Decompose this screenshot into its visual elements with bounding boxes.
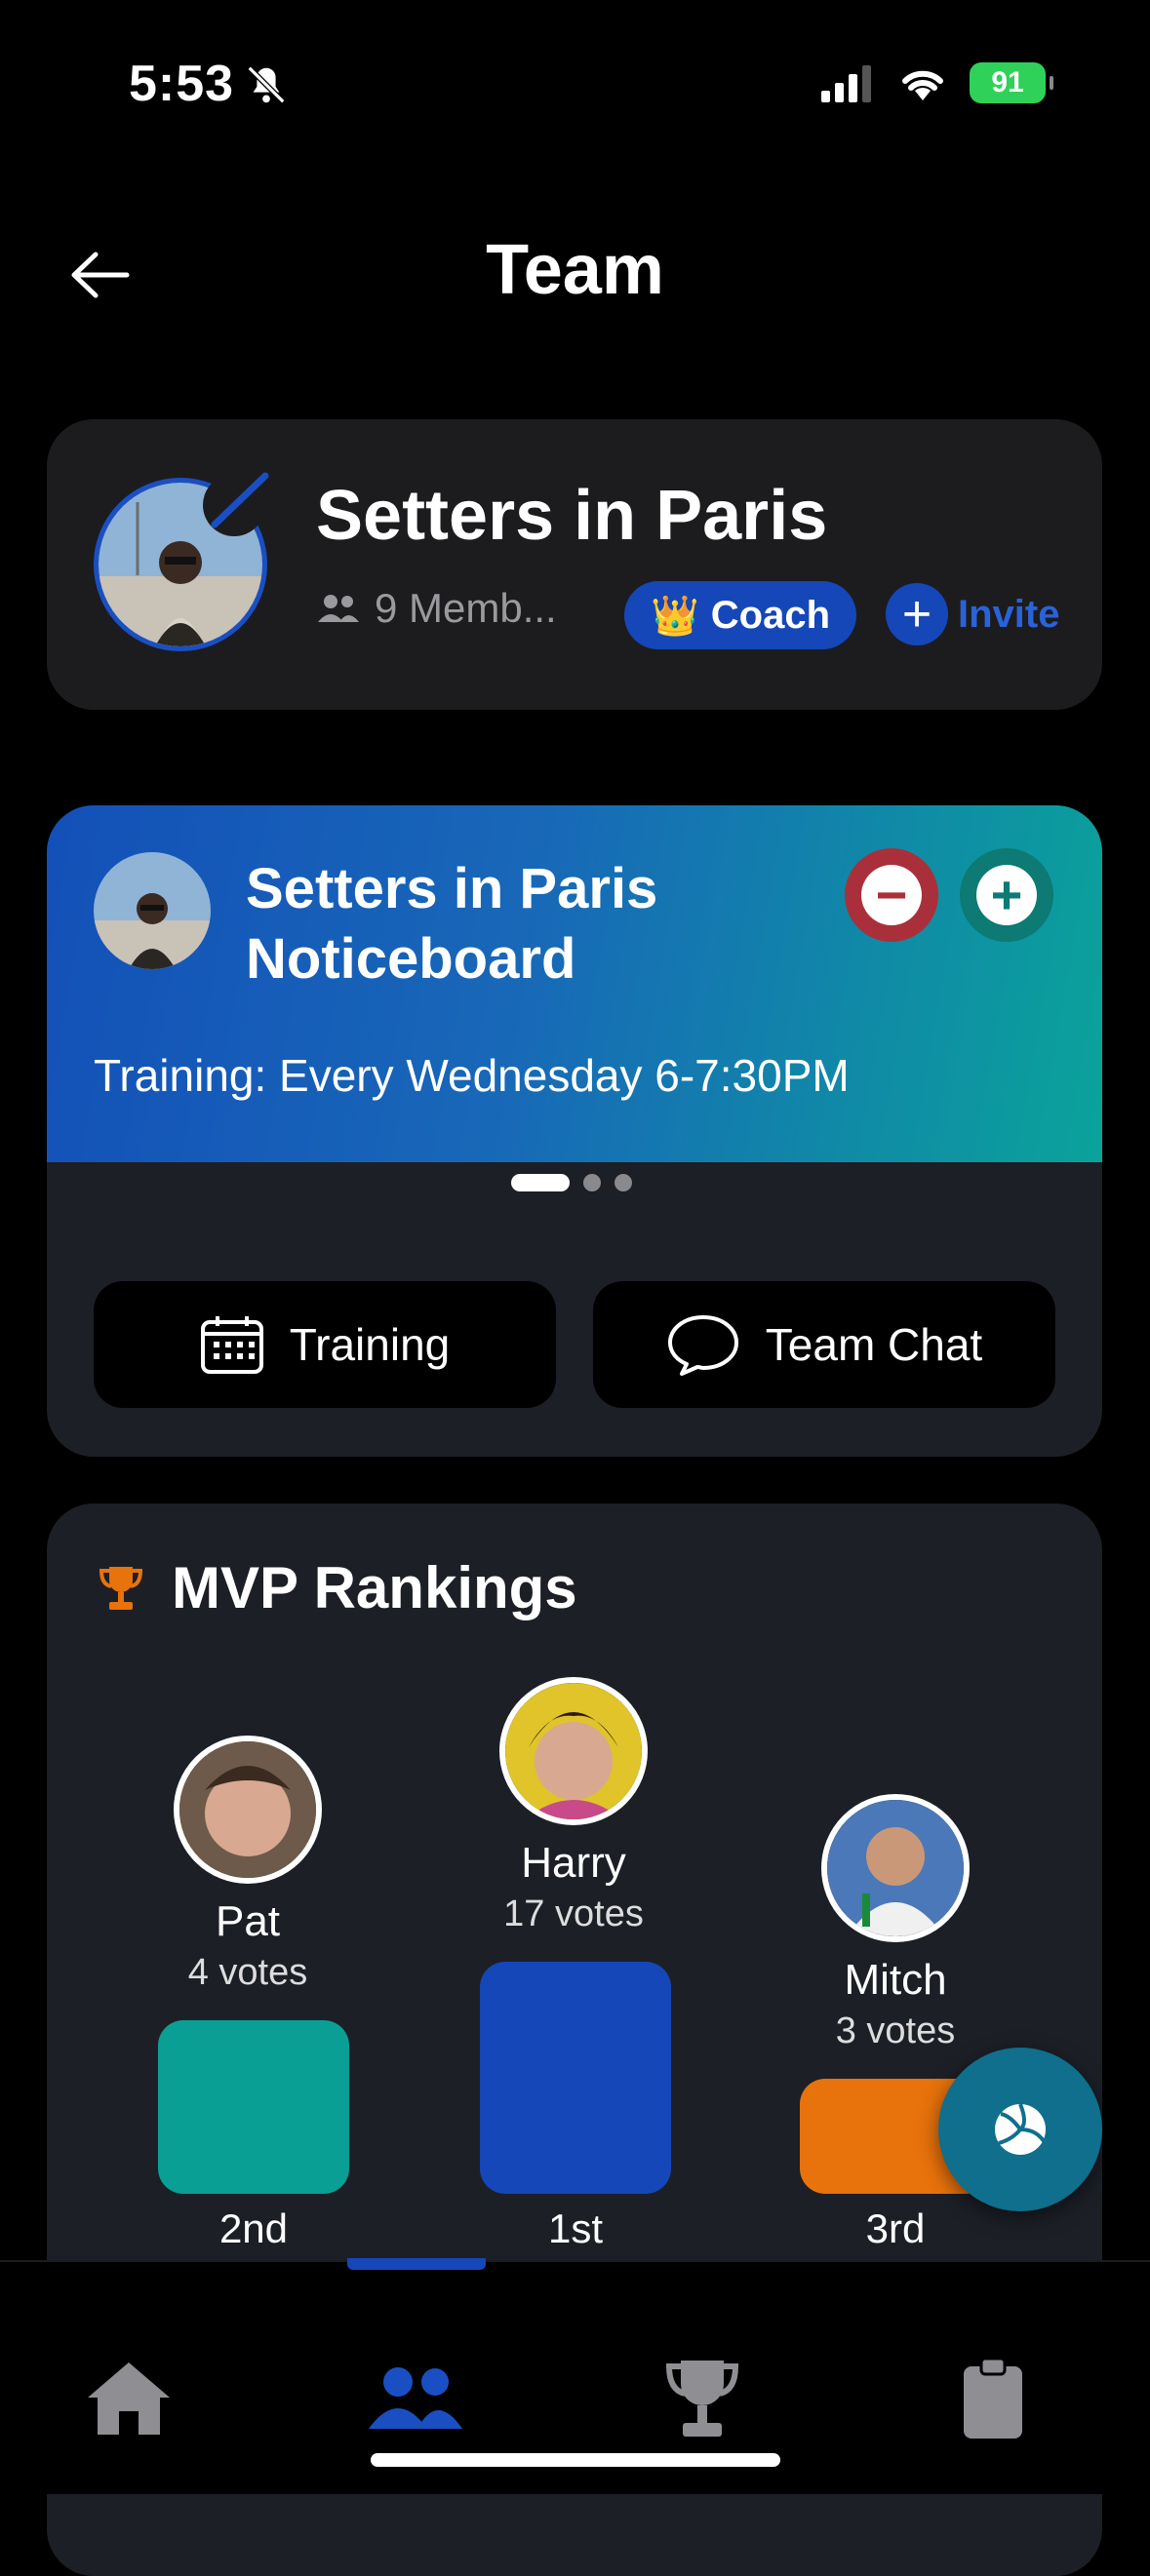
page-dot[interactable] <box>583 1174 601 1191</box>
podium-player-3rd[interactable]: Mitch 3 votes <box>749 1794 1042 2052</box>
crown-icon: 👑 <box>650 594 699 638</box>
people-icon <box>318 595 359 622</box>
noticeboard-title: Setters in Paris Noticeboard <box>246 857 658 991</box>
battery-indicator: 91 <box>970 62 1053 103</box>
trophy-icon <box>99 1566 143 1610</box>
minus-icon: − <box>861 865 922 925</box>
mvp-title: MVP Rankings <box>172 1555 577 1620</box>
tab-clipboard[interactable] <box>934 2340 1051 2457</box>
signal-icon <box>821 65 871 102</box>
podium-bar-2nd <box>158 2020 349 2194</box>
training-button[interactable]: Training <box>94 1281 556 1408</box>
remove-notice-button[interactable]: − <box>845 848 938 942</box>
noticeboard-banner[interactable]: Setters in Paris Noticeboard − + Trainin… <box>47 805 1102 1162</box>
rank-label-3rd: 3rd <box>865 2205 926 2251</box>
tab-home[interactable] <box>70 2340 187 2457</box>
trophy-icon <box>665 2361 739 2437</box>
player-name: Pat <box>215 1897 281 1945</box>
player-votes: 17 votes <box>503 1893 644 1934</box>
podium-bar-1st <box>480 1962 671 2194</box>
page-indicator[interactable] <box>511 1174 632 1191</box>
tab-rankings[interactable] <box>644 2340 761 2457</box>
team-name: Setters in Paris <box>316 477 828 555</box>
podium-player-1st[interactable]: Harry 17 votes <box>427 1677 720 1935</box>
player-name: Harry <box>521 1839 626 1887</box>
volleyball-fab-button[interactable] <box>938 2048 1102 2211</box>
home-icon <box>88 2362 170 2435</box>
add-notice-button[interactable]: + <box>960 848 1053 942</box>
rank-label-2nd: 2nd <box>218 2205 289 2251</box>
podium-player-2nd[interactable]: Pat 4 votes <box>101 1736 394 1994</box>
team-chat-label: Team Chat <box>765 1319 983 1370</box>
page-title: Team <box>486 231 664 309</box>
player-votes: 4 votes <box>187 1952 308 1993</box>
home-indicator[interactable] <box>371 2453 780 2467</box>
player-name: Mitch <box>844 1956 947 2004</box>
rank-label-1st: 1st <box>547 2205 604 2251</box>
player-avatar <box>174 1736 322 1884</box>
status-indicators: 91 <box>821 60 1053 105</box>
invite-label: Invite <box>958 592 1060 636</box>
battery-level: 91 <box>991 66 1024 98</box>
chat-bubble-icon <box>667 1315 738 1376</box>
plus-icon: + <box>976 865 1037 925</box>
edit-avatar-icon[interactable] <box>201 466 273 538</box>
member-count-label: 9 Memb... <box>375 585 557 631</box>
player-avatar <box>499 1677 648 1825</box>
mvp-header: MVP Rankings <box>98 1554 577 1621</box>
page-dot[interactable] <box>615 1174 632 1191</box>
page-dot-active[interactable] <box>511 1174 570 1191</box>
tab-team[interactable] <box>357 2340 474 2457</box>
people-icon <box>369 2367 462 2429</box>
noticeboard-card: Setters in Paris Noticeboard − + Trainin… <box>47 805 1102 1457</box>
calendar-icon <box>200 1316 263 1374</box>
player-avatar <box>821 1794 970 1942</box>
clipboard-icon <box>964 2357 1022 2439</box>
coach-label: Coach <box>710 593 831 637</box>
noticeboard-avatar <box>94 852 211 969</box>
active-tab-indicator <box>347 2258 486 2270</box>
team-chat-button[interactable]: Team Chat <box>593 1281 1055 1408</box>
plus-icon: + <box>886 583 948 645</box>
wifi-icon <box>902 70 943 100</box>
notice-text: Training: Every Wednesday 6-7:30PM <box>94 1050 850 1101</box>
training-label: Training <box>289 1319 451 1370</box>
member-count[interactable]: 9 Memb... <box>316 585 557 632</box>
volleyball-icon <box>995 2103 1046 2155</box>
silent-bell-icon <box>247 65 286 104</box>
coach-badge: 👑 Coach <box>624 581 856 649</box>
team-photo <box>94 852 211 969</box>
player-votes: 3 votes <box>835 2010 956 2051</box>
status-time: 5:53 <box>129 56 235 112</box>
invite-button[interactable]: + Invite <box>886 583 1059 645</box>
